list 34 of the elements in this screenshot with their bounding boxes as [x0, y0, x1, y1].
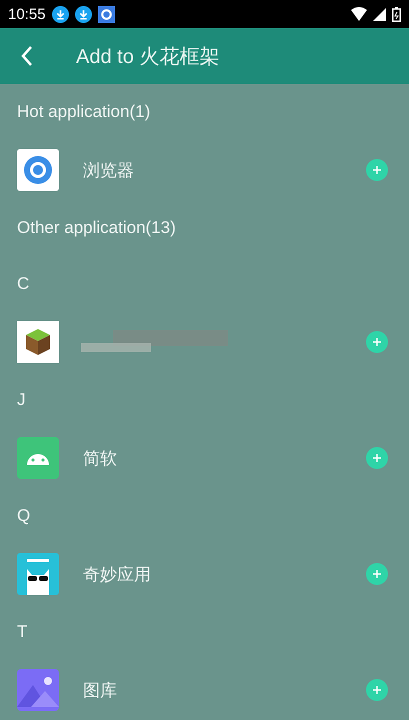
plus-icon — [372, 165, 382, 175]
battery-icon — [392, 6, 401, 22]
app-notification-icon — [98, 6, 115, 22]
add-button[interactable] — [366, 563, 388, 585]
index-letter: Q — [17, 506, 30, 526]
add-button[interactable] — [366, 159, 388, 181]
page-title: Add to 火花框架 — [76, 44, 220, 70]
index-letter: C — [17, 274, 30, 294]
back-icon[interactable] — [20, 45, 34, 67]
grass-block-icon — [17, 321, 59, 363]
section-heading: Hot application(1) — [17, 102, 150, 122]
add-button[interactable] — [366, 679, 388, 701]
sunglasses-cat-icon — [17, 553, 59, 595]
add-button[interactable] — [366, 331, 388, 353]
android-robot-icon — [17, 437, 59, 479]
download-icon — [52, 6, 69, 22]
plus-icon — [372, 337, 382, 347]
download-icon — [74, 6, 92, 22]
status-time: 10:55 — [8, 6, 46, 22]
index-letter: J — [17, 390, 26, 410]
app-name: 浏览器 — [83, 160, 135, 182]
index-letter: T — [17, 622, 28, 642]
plus-icon — [372, 569, 382, 579]
gallery-icon — [17, 669, 59, 711]
plus-icon — [372, 685, 382, 695]
section-heading: Other application(13) — [17, 218, 176, 238]
signal-icon — [373, 8, 386, 20]
app-name: 奇妙应用 — [83, 564, 152, 586]
browser-icon — [17, 149, 59, 191]
app-name: 图库 — [83, 680, 118, 702]
wifi-icon — [351, 7, 367, 21]
app-name: 简软 — [83, 448, 118, 470]
add-button[interactable] — [366, 447, 388, 469]
plus-icon — [372, 453, 382, 463]
